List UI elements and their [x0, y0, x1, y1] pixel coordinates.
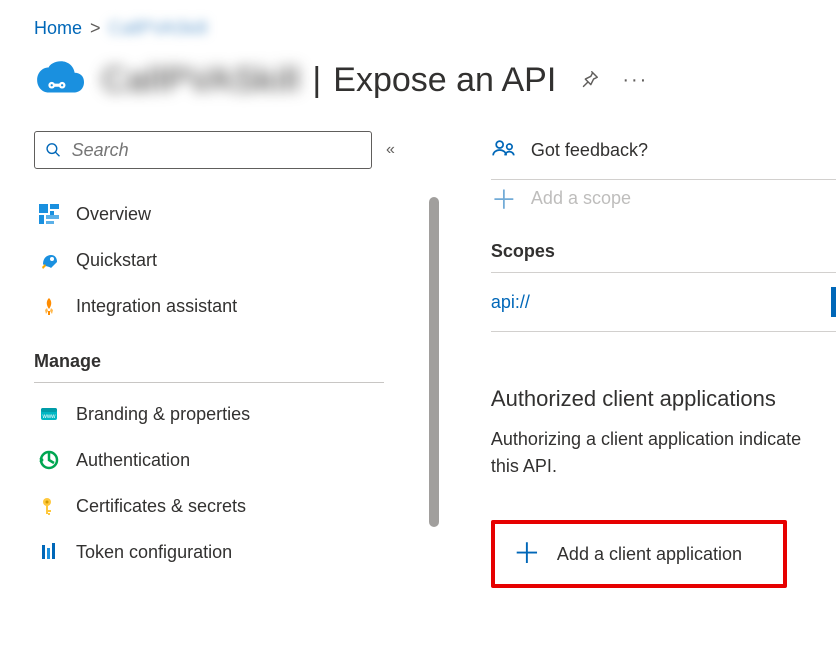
certificates-icon	[38, 495, 60, 517]
sidebar-item-integration[interactable]: Integration assistant	[34, 283, 395, 329]
sidebar-item-label: Integration assistant	[76, 296, 237, 317]
sidebar: « Overview Quickstart	[34, 131, 395, 588]
token-icon	[38, 541, 60, 563]
svg-text:www: www	[42, 414, 57, 420]
plus-icon: ＋	[491, 180, 517, 217]
sidebar-item-token[interactable]: Token configuration	[34, 529, 395, 575]
feedback-label: Got feedback?	[531, 140, 648, 161]
sidebar-manage-list: www Branding & properties Authentication…	[34, 391, 395, 575]
sidebar-item-quickstart[interactable]: Quickstart	[34, 237, 395, 283]
sidebar-item-branding[interactable]: www Branding & properties	[34, 391, 395, 437]
scope-edge-indicator	[831, 287, 836, 317]
branding-icon: www	[38, 403, 60, 425]
authentication-icon	[38, 449, 60, 471]
page-title: CallPVASkill | Expose an API	[102, 61, 556, 100]
plus-icon: ＋	[513, 540, 541, 568]
sidebar-item-certificates[interactable]: Certificates & secrets	[34, 483, 395, 529]
add-client-label: Add a client application	[557, 544, 742, 565]
collapse-sidebar-icon[interactable]: «	[386, 141, 395, 159]
app-registration-icon	[34, 59, 84, 101]
authorized-apps-heading: Authorized client applications	[491, 386, 836, 412]
authorized-apps-description: Authorizing a client application indicat…	[491, 426, 836, 480]
sidebar-item-authentication[interactable]: Authentication	[34, 437, 395, 483]
breadcrumb-home[interactable]: Home	[34, 18, 82, 39]
integration-icon	[38, 295, 60, 317]
sidebar-section-manage: Manage	[34, 351, 384, 383]
quickstart-icon	[38, 249, 60, 271]
scope-uri-link[interactable]: api://	[491, 292, 530, 313]
sidebar-item-label: Certificates & secrets	[76, 496, 246, 517]
feedback-icon	[491, 137, 517, 163]
sidebar-item-label: Token configuration	[76, 542, 232, 563]
sidebar-item-label: Overview	[76, 204, 151, 225]
add-scope-label: Add a scope	[531, 188, 631, 209]
breadcrumb: Home > CallPVASkill	[34, 18, 836, 39]
main-content: Got feedback? ＋ Add a scope Scopes api:/…	[491, 131, 836, 588]
overview-icon	[38, 203, 60, 225]
pin-icon[interactable]	[578, 69, 600, 91]
more-icon[interactable]: ···	[622, 69, 648, 92]
add-scope-button[interactable]: ＋ Add a scope	[491, 178, 836, 229]
breadcrumb-current[interactable]: CallPVASkill	[109, 18, 208, 39]
sidebar-item-overview[interactable]: Overview	[34, 191, 395, 237]
search-box[interactable]	[34, 131, 372, 169]
search-icon	[45, 141, 62, 159]
app-name: CallPVASkill	[102, 61, 300, 100]
title-separator: |	[306, 61, 327, 100]
page-title-row: CallPVASkill | Expose an API ···	[34, 59, 836, 101]
scopes-heading: Scopes	[491, 241, 836, 262]
sidebar-scrollbar-thumb[interactable]	[429, 197, 439, 527]
sidebar-item-label: Authentication	[76, 450, 190, 471]
add-client-application-button[interactable]: ＋ Add a client application	[491, 520, 787, 588]
breadcrumb-separator: >	[90, 18, 101, 39]
page-name: Expose an API	[333, 61, 556, 100]
sidebar-top-list: Overview Quickstart Integration assistan…	[34, 191, 395, 329]
sidebar-scrollbar[interactable]	[429, 197, 439, 655]
sidebar-item-label: Quickstart	[76, 250, 157, 271]
scopes-list: api://	[491, 272, 836, 332]
search-input[interactable]	[70, 139, 361, 162]
sidebar-item-label: Branding & properties	[76, 404, 250, 425]
feedback-link[interactable]: Got feedback?	[491, 131, 836, 179]
